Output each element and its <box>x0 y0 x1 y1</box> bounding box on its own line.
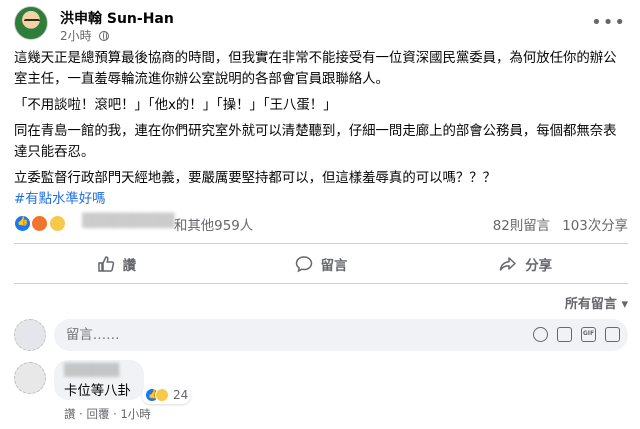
like-button-label: 讚 <box>122 259 137 274</box>
share-icon <box>500 257 517 271</box>
share-button-label: 分享 <box>525 259 553 274</box>
post-actions: 讚 留言 分享 <box>14 252 628 276</box>
globe-icon <box>99 31 110 41</box>
haha-icon <box>48 215 66 232</box>
chevron-down-icon: ▾ <box>621 297 628 312</box>
comment-text: 卡位等八卦 <box>64 384 131 399</box>
reactions-others[interactable]: 和其他959人 <box>174 214 253 234</box>
gif-icon[interactable]: GIF <box>581 327 596 342</box>
post-body: 這幾天正是總預算最後協商的時間，但我實在非常不能接受有一位資深國民黨委員，為何放… <box>14 48 628 210</box>
divider <box>14 243 628 244</box>
commenter-avatar[interactable] <box>14 362 46 394</box>
comment-actions: 讚 · 回覆 · 1小時 <box>64 406 151 422</box>
divider <box>14 283 628 284</box>
post-meta: 2小時 <box>60 27 110 44</box>
comment-button-label: 留言 <box>320 259 348 274</box>
reaction-icons[interactable] <box>14 215 66 233</box>
shares-count[interactable]: 103次分享 <box>562 219 628 234</box>
comment-item: ▒▒▒▒▒▒ 卡位等八卦 24 讚 · 回覆 · 1小時 <box>14 360 628 426</box>
like-button[interactable]: 讚 <box>14 252 219 276</box>
post-header: 洪申翰 Sun-Han 2小時 ••• <box>14 6 626 44</box>
like-icon <box>14 215 31 232</box>
post-paragraph: 「不用談啦！滾吧！」「他x的！」「操！」「王八蛋！」 <box>14 98 337 113</box>
comment-like-link[interactable]: 讚 <box>64 407 76 421</box>
comment-sort-dropdown[interactable]: 所有留言 ▾ <box>565 293 628 312</box>
comment-icon <box>295 256 312 273</box>
emoji-icon[interactable] <box>533 327 548 342</box>
camera-icon[interactable] <box>557 327 572 342</box>
share-button[interactable]: 分享 <box>423 252 628 276</box>
comment-reaction-count: 24 <box>173 388 189 402</box>
engagement-counts: 82則留言 103次分享 <box>485 214 628 234</box>
post-time[interactable]: 2小時 <box>60 29 92 43</box>
comment-time[interactable]: 1小時 <box>120 407 150 421</box>
author-avatar[interactable] <box>14 6 48 40</box>
comment-reply-link[interactable]: 回覆 <box>86 407 109 421</box>
composer-icons: GIF <box>533 327 620 342</box>
post-paragraph: 同在青島一館的我，連在你們研究室外就可以清楚聽到，仔細一問走廊上的部會公務員，每… <box>14 124 617 160</box>
angry-icon <box>31 215 49 232</box>
hashtag-link[interactable]: #有點水準好嗎 <box>14 189 628 210</box>
more-options-icon[interactable]: ••• <box>591 12 626 33</box>
comment-bubble: ▒▒▒▒▒▒ 卡位等八卦 <box>54 360 144 400</box>
comment-reactions[interactable]: 24 <box>142 386 192 404</box>
sticker-icon[interactable] <box>605 327 620 342</box>
avatar-glasses <box>24 19 40 23</box>
post-paragraph: 立委監督行政部門天經地義，要嚴厲要堅持都可以，但這樣羞辱真的可以嗎？？？ <box>14 171 497 186</box>
comment-button[interactable]: 留言 <box>219 252 424 276</box>
reactions-summary: ▒▒▒▒▒▒▒▒▒ 和其他959人 82則留言 103次分享 <box>14 214 628 236</box>
post-paragraph: 這幾天正是總預算最後協商的時間，但我實在非常不能接受有一位資深國民黨委員，為何放… <box>14 51 617 87</box>
sort-label: 所有留言 <box>564 297 617 312</box>
author-name[interactable]: 洪申翰 Sun-Han <box>60 8 174 28</box>
comment-composer: GIF <box>14 318 628 352</box>
comments-count[interactable]: 82則留言 <box>493 219 550 234</box>
reactor-names-redacted: ▒▒▒▒▒▒▒▒▒ <box>82 214 175 229</box>
user-avatar[interactable] <box>14 319 46 351</box>
thumbs-up-icon <box>97 256 114 272</box>
commenter-name-redacted[interactable]: ▒▒▒▒▒▒ <box>64 363 119 377</box>
haha-icon <box>155 388 169 402</box>
